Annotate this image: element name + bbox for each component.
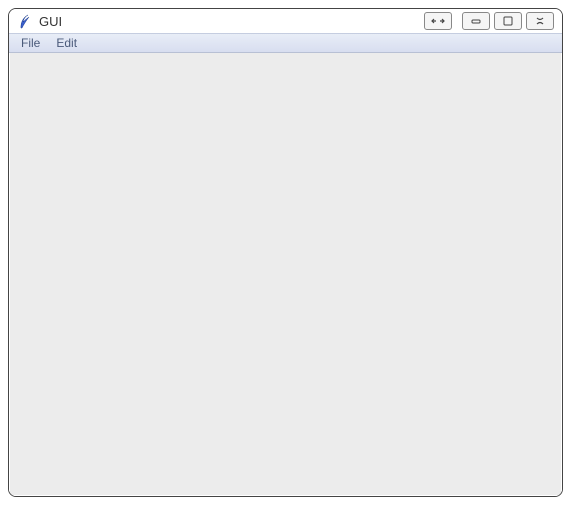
menubar: File Edit bbox=[9, 33, 562, 53]
menu-file[interactable]: File bbox=[13, 34, 48, 52]
window-title: GUI bbox=[39, 14, 62, 29]
minimize-button[interactable] bbox=[462, 12, 490, 30]
expand-button[interactable] bbox=[424, 12, 452, 30]
close-button[interactable] bbox=[526, 12, 554, 30]
app-feather-icon bbox=[17, 13, 33, 29]
content-area bbox=[9, 53, 562, 496]
window-controls bbox=[424, 12, 558, 30]
titlebar: GUI bbox=[9, 9, 562, 33]
maximize-button[interactable] bbox=[494, 12, 522, 30]
menu-edit[interactable]: Edit bbox=[48, 34, 85, 52]
application-window: GUI bbox=[8, 8, 563, 497]
